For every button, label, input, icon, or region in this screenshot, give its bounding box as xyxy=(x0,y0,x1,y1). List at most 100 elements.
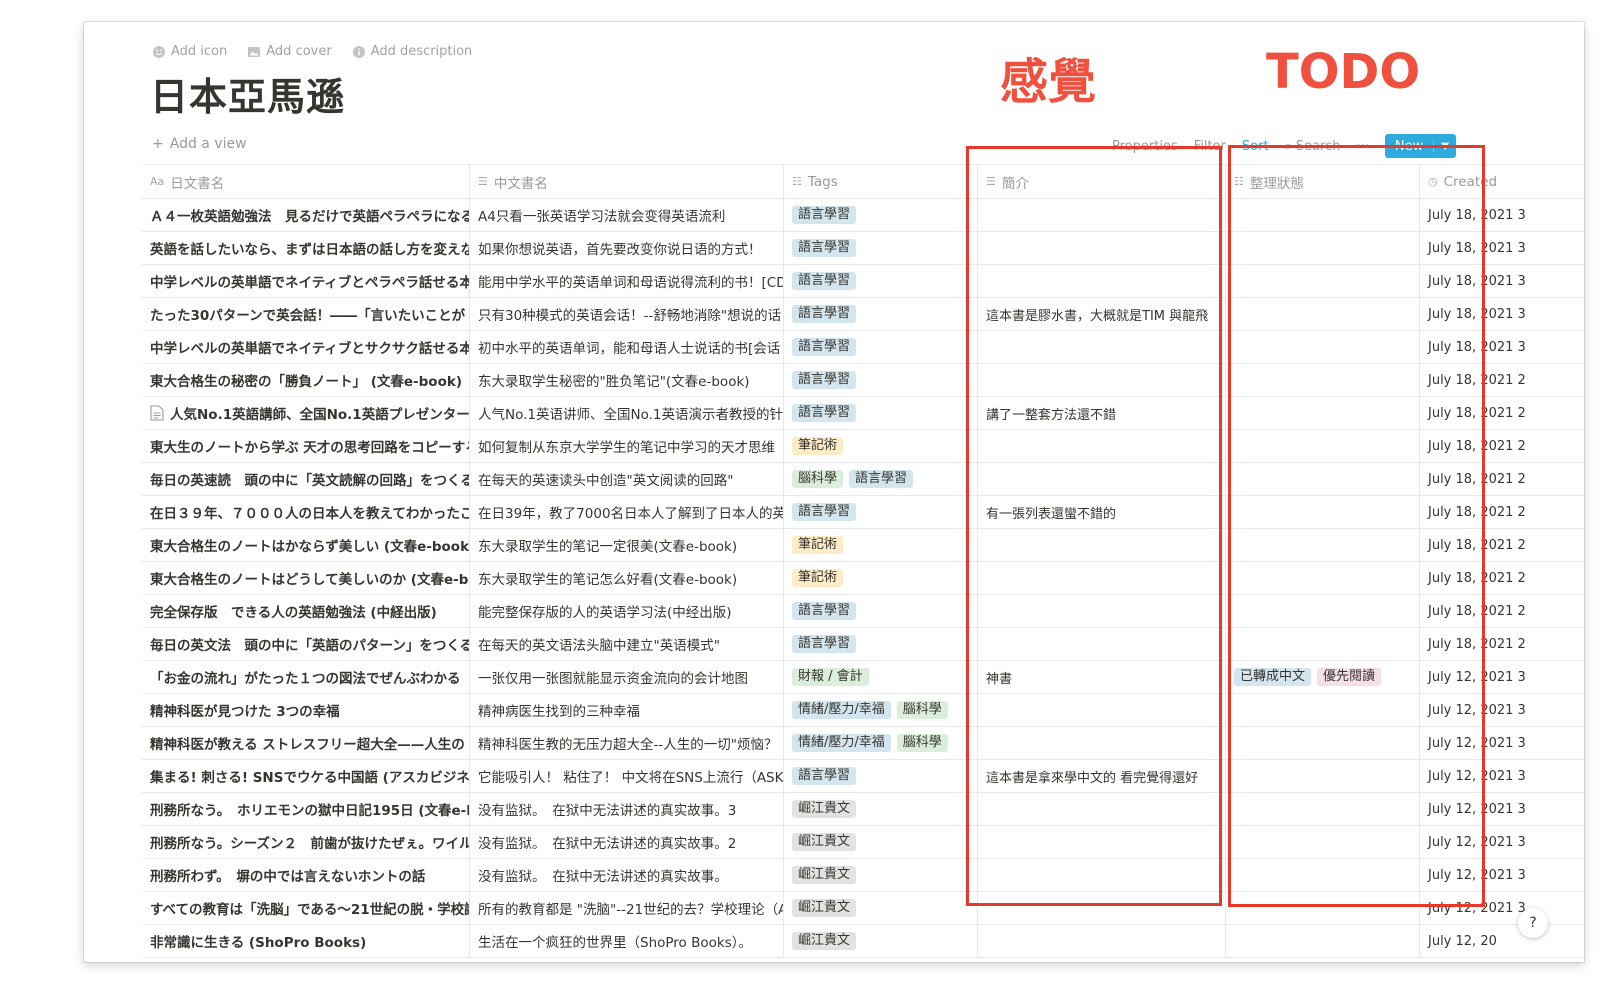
table-row[interactable]: 在日３９年、７０００人の日本人を教えてわかったこと 在日39年，教了7000名日本… xyxy=(142,496,1584,529)
cell-status[interactable] xyxy=(1226,793,1420,825)
cell-created[interactable]: July 18, 2021 3 xyxy=(1420,232,1584,264)
cell-tags[interactable]: 情緒/壓力/幸福 腦科學 xyxy=(784,694,978,726)
chevron-down-icon[interactable]: ▼ xyxy=(1433,140,1456,152)
table-row[interactable]: 東大合格生のノートはどうして美しいのか (文春e-book) 东大录取学生的笔记怎… xyxy=(142,562,1584,595)
table-row[interactable]: 刑務所なう。シーズン２ 前歯が抜けたぜぇ。ワイルド 没有监狱。 在狱中无法讲述的真… xyxy=(142,826,1584,859)
table-row[interactable]: 人気No.1英語講師、全国No.1英語プレゼンターが 人气No.1英语讲师、全国N… xyxy=(142,397,1584,430)
cell-created[interactable]: July 12, 2021 3 xyxy=(1420,694,1584,726)
cell-tags[interactable]: 崛江貴文 xyxy=(784,793,978,825)
table-row[interactable]: 非常識に生きる (ShoPro Books) 生活在一个疯狂的世界里（ShoPro… xyxy=(142,925,1584,958)
cell-tags[interactable]: 崛江貴文 xyxy=(784,925,978,957)
cell-zh-title[interactable]: 精神病医生找到的三种幸福 xyxy=(470,694,784,726)
sort-button[interactable]: Sort xyxy=(1242,139,1269,154)
cell-intro[interactable]: 這本書是膠水書，大概就是TIM 與龍飛 xyxy=(978,298,1226,330)
cell-tags[interactable]: 崛江貴文 xyxy=(784,859,978,891)
cell-tags[interactable]: 崛江貴文 xyxy=(784,826,978,858)
cell-status[interactable] xyxy=(1226,463,1420,495)
table-row[interactable]: 精神科医が見つけた 3つの幸福 精神病医生找到的三种幸福 情緒/壓力/幸福 腦科學 Ju… xyxy=(142,694,1584,727)
cell-intro[interactable]: 有一張列表還蠻不錯的 xyxy=(978,496,1226,528)
table-row[interactable]: すべての教育は「洗脳」である～21世紀の脱・学校論 所有的教育都是 "洗脑"--2… xyxy=(142,892,1584,925)
cell-tags[interactable]: 語言學習 xyxy=(784,265,978,297)
add-cover-button[interactable]: Add cover xyxy=(247,44,332,59)
column-header-intro[interactable]: ☰ 簡介 xyxy=(978,165,1226,198)
table-row[interactable]: 刑務所なう。 ホリエモンの獄中日記195日 (文春e-book)没有监狱。 在狱… xyxy=(142,793,1584,826)
cell-created[interactable]: July 18, 2021 3 xyxy=(1420,199,1584,231)
table-row[interactable]: 東大合格生の秘密の「勝負ノート」 (文春e-book) 东大录取学生秘密的"胜负笔… xyxy=(142,364,1584,397)
cell-created[interactable]: July 18, 2021 2 xyxy=(1420,430,1584,462)
cell-zh-title[interactable]: 东大录取学生秘密的"胜负笔记"(文春e-book) xyxy=(470,364,784,396)
page-title[interactable]: 日本亞馬遜 xyxy=(150,66,345,121)
cell-status[interactable]: 已轉成中文 優先閱讀 xyxy=(1226,661,1420,693)
cell-tags[interactable]: 財報 / 會計 xyxy=(784,661,978,693)
cell-status[interactable] xyxy=(1226,397,1420,429)
cell-tags[interactable]: 語言學習 xyxy=(784,364,978,396)
cell-created[interactable]: July 18, 2021 2 xyxy=(1420,562,1584,594)
cell-ja-title[interactable]: 集まる! 刺さる! SNSでウケる中国語 (アスカビジネス) xyxy=(142,760,470,792)
cell-tags[interactable]: 筆記術 xyxy=(784,430,978,462)
cell-intro[interactable] xyxy=(978,232,1226,264)
cell-created[interactable]: July 18, 2021 2 xyxy=(1420,628,1584,660)
cell-status[interactable] xyxy=(1226,892,1420,924)
table-row[interactable]: 毎日の英速読 頭の中に「英文読解の回路」をつくる 在每天的英速读头中创造"英文阅读… xyxy=(142,463,1584,496)
cell-created[interactable]: July 12, 2021 3 xyxy=(1420,826,1584,858)
table-row[interactable]: Ａ４一枚英語勉強法 見るだけで英語ペラペラになる A4只看一张英语学习法就会变得英… xyxy=(142,199,1584,232)
cell-intro[interactable] xyxy=(978,793,1226,825)
cell-intro[interactable] xyxy=(978,628,1226,660)
cell-intro[interactable]: 講了一整套方法還不錯 xyxy=(978,397,1226,429)
cell-created[interactable]: July 18, 2021 2 xyxy=(1420,496,1584,528)
cell-status[interactable] xyxy=(1226,694,1420,726)
column-header-created[interactable]: ◷ Created xyxy=(1420,165,1584,198)
cell-status[interactable] xyxy=(1226,826,1420,858)
cell-zh-title[interactable]: 一张仅用一张图就能显示资金流向的会计地图 xyxy=(470,661,784,693)
cell-status[interactable] xyxy=(1226,496,1420,528)
cell-intro[interactable] xyxy=(978,529,1226,561)
cell-zh-title[interactable]: 它能吸引人！ 粘住了！ 中文将在SNS上流行（ASK xyxy=(470,760,784,792)
cell-zh-title[interactable]: A4只看一张英语学习法就会变得英语流利 xyxy=(470,199,784,231)
cell-zh-title[interactable]: 东大录取学生的笔记怎么好看(文春e-book) xyxy=(470,562,784,594)
cell-intro[interactable] xyxy=(978,727,1226,759)
cell-ja-title[interactable]: 東大生のノートから学ぶ 天才の思考回路をコピーする xyxy=(142,430,470,462)
cell-zh-title[interactable]: 在日39年，教了7000名日本人了解到了日本人的英 xyxy=(470,496,784,528)
cell-intro[interactable]: 神書 xyxy=(978,661,1226,693)
cell-tags[interactable]: 腦科學 語言學習 xyxy=(784,463,978,495)
cell-created[interactable]: July 12, 2021 3 xyxy=(1420,661,1584,693)
cell-tags[interactable]: 筆記術 xyxy=(784,562,978,594)
cell-ja-title[interactable]: Ａ４一枚英語勉強法 見るだけで英語ペラペラになる xyxy=(142,199,470,231)
cell-zh-title[interactable]: 如果你想说英语，首先要改变你说日语的方式！ xyxy=(470,232,784,264)
cell-ja-title[interactable]: 東大合格生のノートはどうして美しいのか (文春e-book) xyxy=(142,562,470,594)
cell-zh-title[interactable]: 能完整保存版的人的英语学习法(中经出版) xyxy=(470,595,784,627)
cell-ja-title[interactable]: たった30パターンで英会話！――「言いたいことが xyxy=(142,298,470,330)
cell-zh-title[interactable]: 在每天的英文语法头脑中建立"英语模式" xyxy=(470,628,784,660)
filter-button[interactable]: Filter xyxy=(1194,139,1226,154)
cell-zh-title[interactable]: 没有监狱。 在狱中无法讲述的真实故事。2 xyxy=(470,826,784,858)
cell-intro[interactable] xyxy=(978,562,1226,594)
cell-status[interactable] xyxy=(1226,859,1420,891)
cell-status[interactable] xyxy=(1226,265,1420,297)
cell-zh-title[interactable]: 没有监狱。 在狱中无法讲述的真实故事。 xyxy=(470,859,784,891)
cell-ja-title[interactable]: 東大合格生のノートはかならず美しい (文春e-book) xyxy=(142,529,470,561)
cell-tags[interactable]: 語言學習 xyxy=(784,496,978,528)
cell-ja-title[interactable]: 中学レベルの英単語でネイティブとサクサク話せる本 xyxy=(142,331,470,363)
cell-intro[interactable] xyxy=(978,265,1226,297)
cell-created[interactable]: July 18, 2021 2 xyxy=(1420,529,1584,561)
cell-intro[interactable] xyxy=(978,364,1226,396)
cell-zh-title[interactable]: 精神科医生教的无压力超大全--人生的一切"烦恼？ xyxy=(470,727,784,759)
cell-ja-title[interactable]: 毎日の英文法 頭の中に「英語のパターン」をつくる xyxy=(142,628,470,660)
cell-intro[interactable] xyxy=(978,892,1226,924)
cell-tags[interactable]: 筆記術 xyxy=(784,529,978,561)
cell-intro[interactable] xyxy=(978,925,1226,957)
table-row[interactable]: 精神科医が教える ストレスフリー超大全——人生の 精神科医生教的无压力超大全--人… xyxy=(142,727,1584,760)
cell-ja-title[interactable]: 人気No.1英語講師、全国No.1英語プレゼンターが xyxy=(142,397,470,429)
cell-status[interactable] xyxy=(1226,430,1420,462)
cell-status[interactable] xyxy=(1226,232,1420,264)
cell-status[interactable] xyxy=(1226,727,1420,759)
cell-intro[interactable] xyxy=(978,694,1226,726)
search-button[interactable]: ⌕ Search xyxy=(1285,139,1341,154)
cell-ja-title[interactable]: 完全保存版 できる人の英語勉強法 (中経出版) xyxy=(142,595,470,627)
cell-tags[interactable]: 語言學習 xyxy=(784,298,978,330)
cell-ja-title[interactable]: 東大合格生の秘密の「勝負ノート」 (文春e-book) xyxy=(142,364,470,396)
cell-ja-title[interactable]: 精神科医が教える ストレスフリー超大全——人生の xyxy=(142,727,470,759)
cell-created[interactable]: July 12, 20 xyxy=(1420,925,1584,957)
cell-status[interactable] xyxy=(1226,298,1420,330)
column-header-status[interactable]: ☷ 整理狀態 xyxy=(1226,165,1420,198)
